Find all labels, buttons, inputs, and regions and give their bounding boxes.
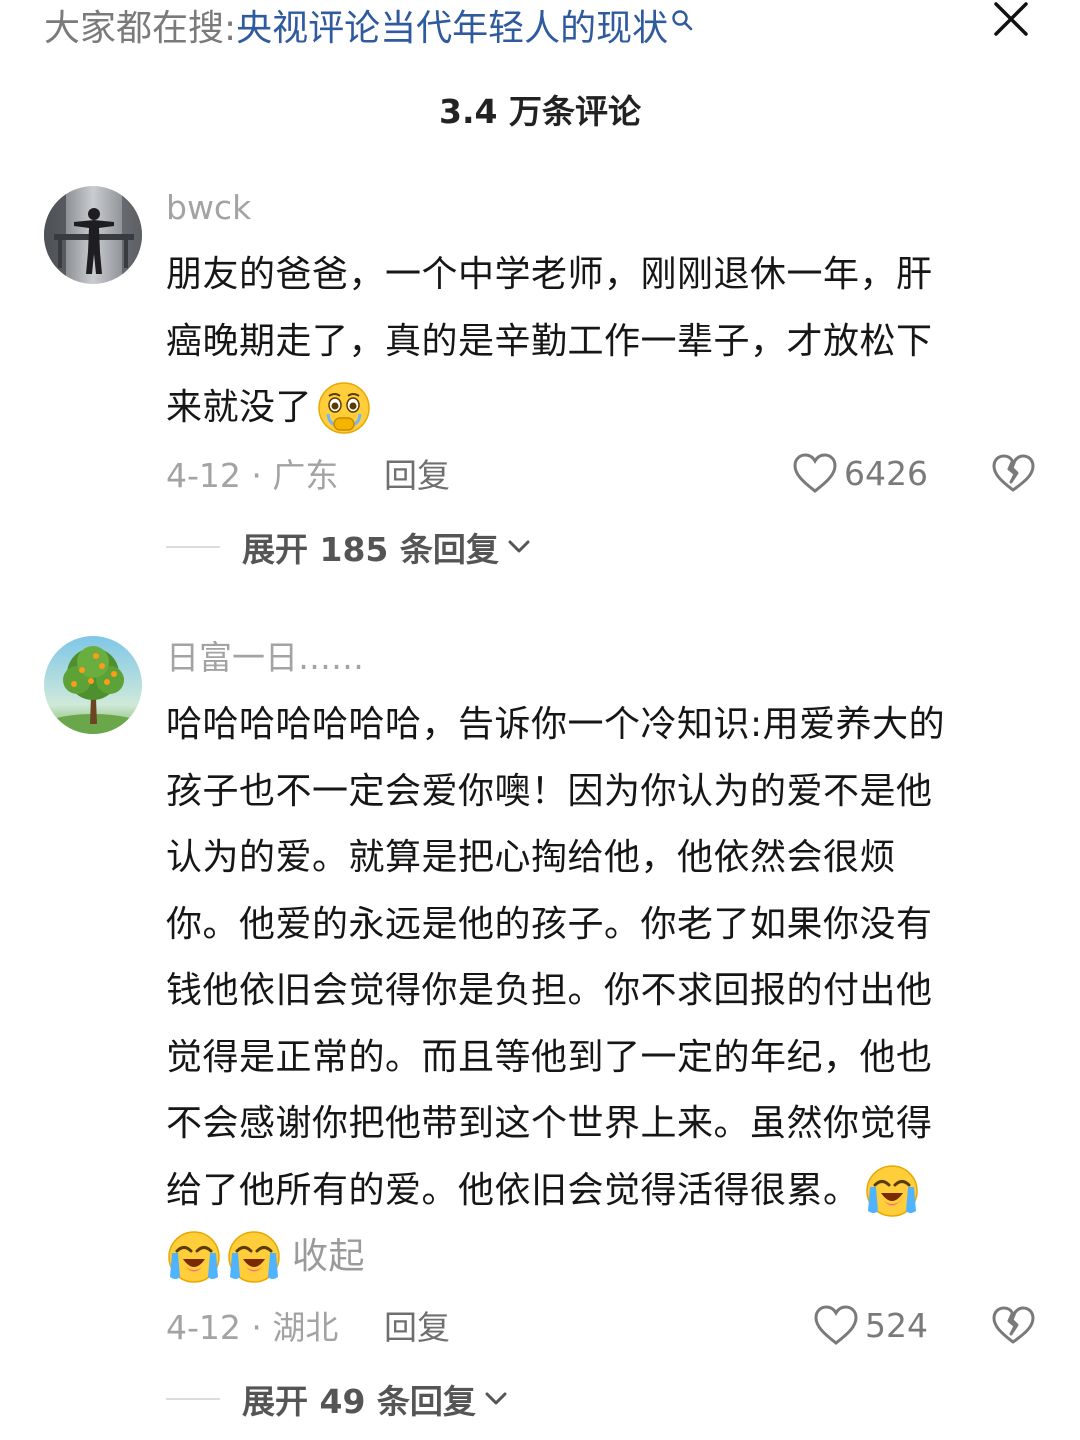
comment-text-line: 不会感谢你把他带到这个世界上来。虽然你觉得	[166, 1103, 933, 1144]
close-icon	[994, 2, 1028, 36]
search-icon	[670, 2, 696, 31]
comment-date-location: 4-12 · 广东	[166, 456, 339, 495]
divider	[166, 546, 220, 548]
chevron-down-icon	[508, 540, 530, 553]
comment-meta: 4-12 · 广东 回复 6426	[166, 448, 1036, 498]
search-suggestion-topic[interactable]: 央视评论当代年轻人的现状	[236, 0, 668, 51]
broken-heart-icon	[992, 1306, 1035, 1344]
comment-text-line: 孩子也不一定会爱你噢！因为你认为的爱不是他	[166, 770, 933, 812]
comment-text-line: 来就没了	[166, 387, 313, 428]
comment-text-line: 给了他所有的爱。他依旧会觉得活得很累。	[166, 1169, 860, 1211]
like-button[interactable]: 6426	[792, 452, 928, 494]
avatar[interactable]	[44, 636, 142, 734]
broken-heart-icon	[992, 454, 1035, 492]
expand-replies-label: 展开 185 条回复	[242, 530, 499, 569]
chevron-down-icon	[485, 1392, 507, 1405]
loudly-crying-emoji	[166, 1229, 222, 1285]
like-count: 6426	[844, 453, 928, 493]
loudly-crying-emoji	[864, 1163, 920, 1219]
holding-back-tears-emoji	[316, 380, 372, 436]
like-button[interactable]: 524	[813, 1304, 928, 1346]
comment-username[interactable]: 日富一日……	[166, 636, 364, 680]
search-suggestion-prefix: 大家都在搜:	[44, 8, 237, 49]
loudly-crying-emoji	[226, 1229, 282, 1285]
dislike-button[interactable]	[990, 450, 1036, 496]
expand-replies-label: 展开 49 条回复	[242, 1382, 476, 1421]
heart-icon	[793, 453, 837, 493]
divider	[166, 1398, 220, 1400]
comment-text: 朋友的爸爸，一个中学老师，刚刚退休一年，肝 癌晚期走了，真的是辛勤工作一辈子，才…	[166, 242, 1036, 442]
expand-replies-button[interactable]: 展开 185 条回复	[166, 522, 531, 572]
like-count: 524	[865, 1305, 928, 1345]
comment-text-line: 哈哈哈哈哈哈哈，告诉你一个冷知识:用爱养大的	[166, 704, 946, 745]
comment-username[interactable]: bwck	[166, 186, 251, 230]
dislike-button[interactable]	[990, 1302, 1036, 1348]
comment-text-line: 朋友的爸爸，一个中学老师，刚刚退休一年，肝	[166, 254, 933, 295]
reply-button[interactable]: 回复	[384, 1301, 450, 1349]
comment-text: 哈哈哈哈哈哈哈，告诉你一个冷知识:用爱养大的 孩子也不一定会爱你噢！因为你认为的…	[166, 692, 1036, 1291]
comment-text-line: 癌晚期走了，真的是辛勤工作一辈子，才放松下	[166, 320, 933, 362]
comment-meta: 4-12 · 湖北 回复 524	[166, 1300, 1036, 1350]
expand-replies-button[interactable]: 展开 49 条回复	[166, 1374, 508, 1424]
comment-text-line: 觉得是正常的。而且等他到了一定的年纪，他也	[166, 1036, 933, 1078]
comment-text-line: 钱他依旧会觉得你是负担。你不求回报的付出他	[166, 970, 933, 1011]
collapse-button[interactable]: 收起	[292, 1224, 365, 1291]
avatar[interactable]	[44, 186, 142, 284]
comment-sheet: 大家都在搜: 央视评论当代年轻人的现状 3.4 万条评论 bwck 朋友的爸爸，…	[0, 0, 1080, 1440]
reply-button[interactable]: 回复	[384, 449, 450, 497]
comment-text-line: 认为的爱。就算是把心掏给他，他依然会很烦	[166, 837, 897, 878]
comment-count-title: 3.4 万条评论	[439, 92, 641, 131]
heart-icon	[814, 1305, 858, 1345]
comment-text-line: 你。他爱的永远是他的孩子。你老了如果你没有	[166, 903, 933, 945]
search-suggestion[interactable]: 大家都在搜: 央视评论当代年轻人的现状	[44, 0, 696, 50]
close-button[interactable]	[986, 0, 1036, 44]
comment-date-location: 4-12 · 湖北	[166, 1308, 339, 1347]
